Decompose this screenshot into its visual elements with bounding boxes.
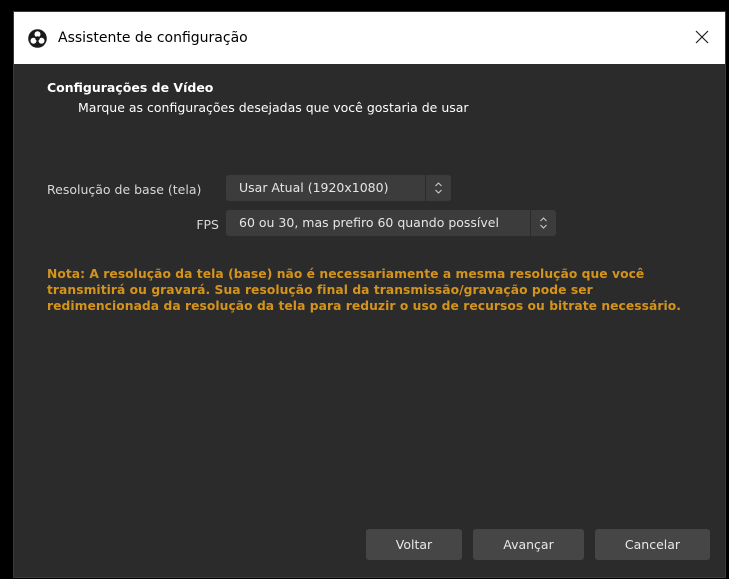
- section-title: Configurações de Vídeo: [47, 80, 214, 95]
- resolution-note: Nota: A resolução da tela (base) não é n…: [47, 267, 681, 313]
- fps-select-value: 60 ou 30, mas prefiro 60 quando possível: [239, 215, 499, 230]
- resolution-select-value: Usar Atual (1920x1080): [239, 180, 389, 195]
- back-button[interactable]: Voltar: [366, 529, 462, 560]
- cancel-button[interactable]: Cancelar: [595, 529, 710, 560]
- obs-logo-icon: [28, 29, 47, 48]
- up-down-chevron-icon: [530, 210, 556, 236]
- wizard-content: Configurações de Vídeo Marque as configu…: [14, 64, 725, 577]
- next-button[interactable]: Avançar: [473, 529, 584, 560]
- section-subtitle: Marque as configurações desejadas que vo…: [78, 100, 469, 115]
- resolution-label: Resolução de base (tela): [47, 182, 202, 197]
- title-bar: Assistente de configuração: [14, 12, 725, 64]
- close-icon: [695, 29, 709, 48]
- close-button[interactable]: [679, 12, 725, 64]
- window-title: Assistente de configuração: [58, 30, 248, 46]
- up-down-chevron-icon: [425, 175, 451, 201]
- fps-label: FPS: [196, 217, 219, 232]
- setup-wizard-window: Assistente de configuração Configurações…: [14, 12, 725, 577]
- resolution-select[interactable]: Usar Atual (1920x1080): [226, 175, 451, 201]
- fps-select[interactable]: 60 ou 30, mas prefiro 60 quando possível: [226, 210, 556, 236]
